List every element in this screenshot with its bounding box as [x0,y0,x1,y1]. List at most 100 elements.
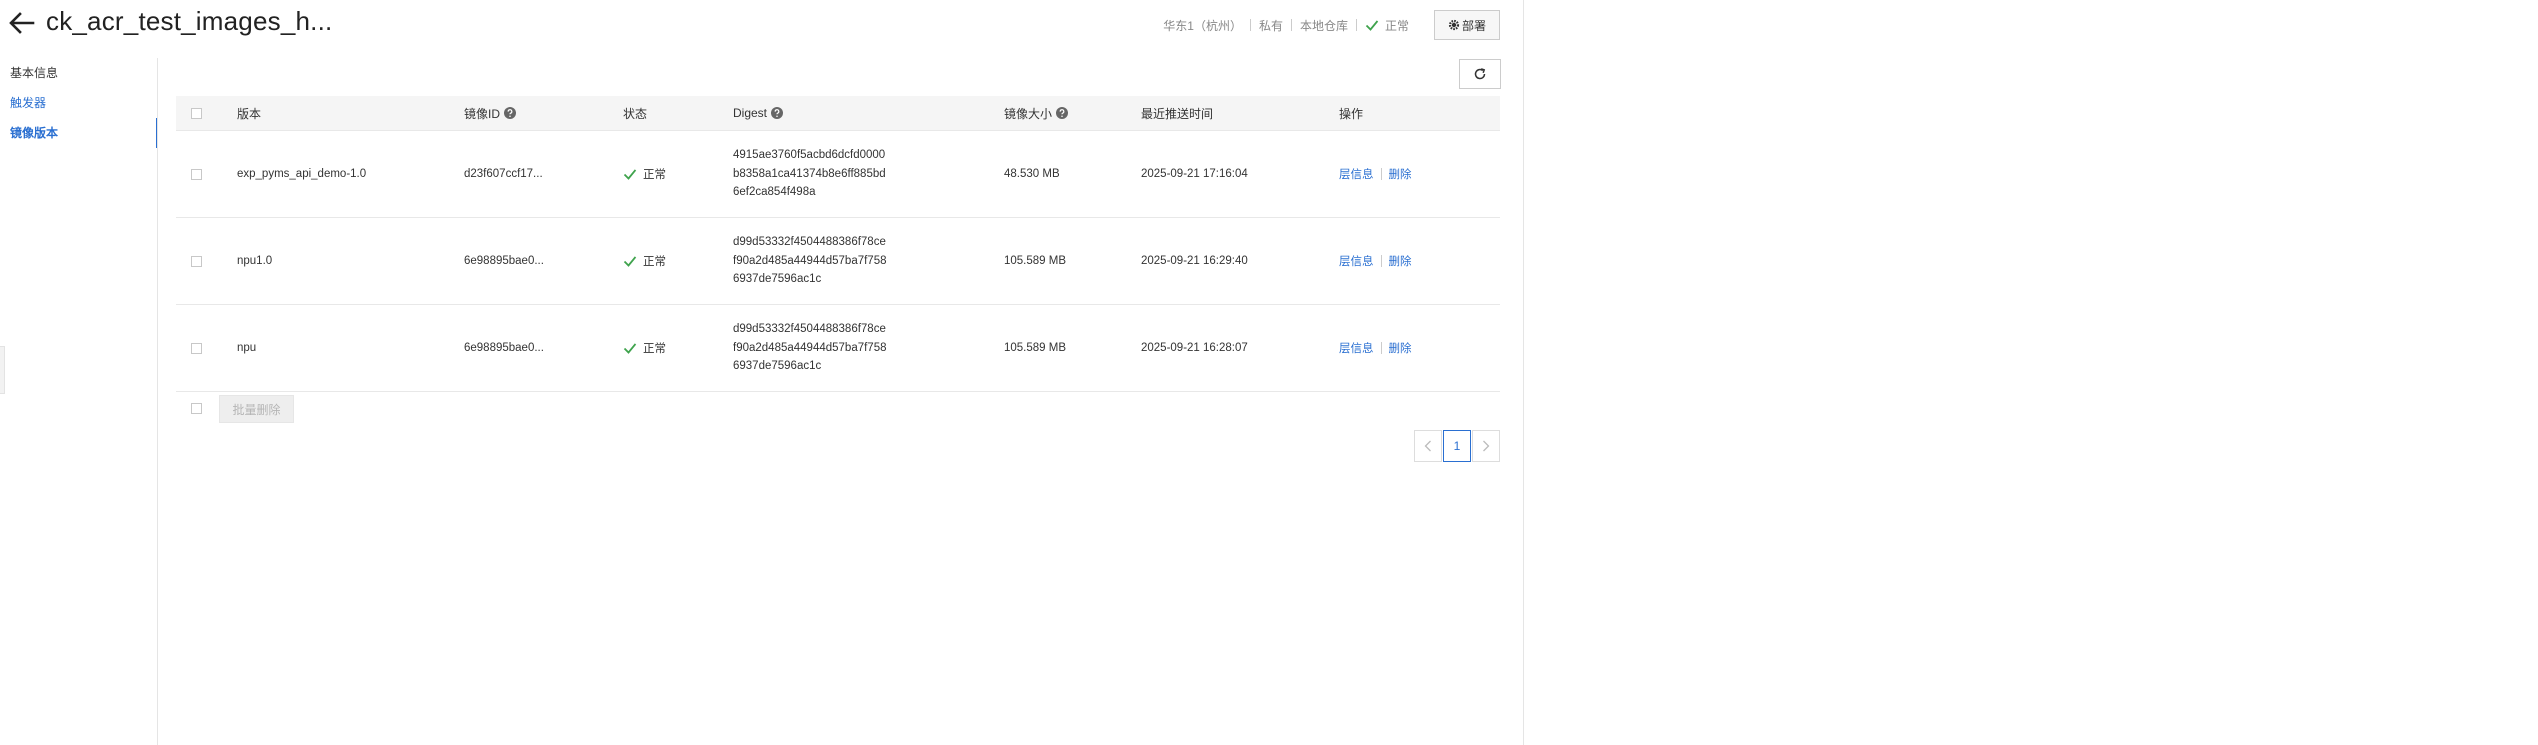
digest-cell: d99d53332f4504488386f78ce f90a2d485a4494… [733,305,887,391]
layer-info-link[interactable]: 层信息 [1339,253,1374,269]
actions-cell: 层信息 删除 [1339,131,1412,217]
status-cell: 正常 [623,305,666,391]
page-title: ck_acr_test_images_h... [46,6,333,36]
column-header-size-label: 镜像大小 [1004,106,1053,121]
sidebar-divider [157,58,158,745]
pushed-time-cell: 2025-09-21 17:16:04 [1141,168,1248,180]
digest-line: f90a2d485a44944d57ba7f758 [733,341,887,354]
column-header-digest-label: Digest [733,106,768,120]
region-label: 华东1（杭州） [1163,18,1242,33]
status-label: 正常 [643,256,666,268]
table-row: npu1.0 6e98895bae0... 正常 d99d53332f45044… [176,218,1500,305]
help-icon[interactable] [504,107,517,119]
page-number-current[interactable]: 1 [1443,430,1471,462]
column-header-digest: Digest [733,96,784,130]
repo-meta: 华东1（杭州） 私有 本地仓库 正常 [1163,16,1409,34]
delete-link[interactable]: 删除 [1389,166,1412,182]
next-page-button[interactable] [1472,430,1500,462]
digest-line: 6937de7596ac1c [733,273,822,286]
status-cell: 正常 [623,218,666,304]
version-cell: npu [237,342,257,354]
sidebar-item-basic-info[interactable]: 基本信息 [0,58,158,88]
digest-line: f90a2d485a44944d57ba7f758 [733,254,887,267]
actions-cell: 层信息 删除 [1339,218,1412,304]
row-checkbox[interactable] [191,255,202,267]
pushed-time-cell: 2025-09-21 16:29:40 [1141,255,1248,267]
sidebar-collapse-handle[interactable] [0,346,5,394]
image-id-cell: 6e98895bae0... [464,342,544,354]
column-header-last-pushed: 最近推送时间 [1141,106,1214,121]
digest-line: d99d53332f4504488386f78ce [733,236,886,249]
image-id-cell: d23f607ccf17... [464,168,543,180]
digest-line: 4915ae3760f5acbd6dcfd0000 [733,149,886,162]
digest-line: 6ef2ca854f498a [733,186,816,199]
help-icon[interactable] [1056,107,1069,119]
layer-info-link[interactable]: 层信息 [1339,166,1374,182]
version-cell: exp_pyms_api_demo-1.0 [237,168,367,180]
repo-type-label: 本地仓库 [1299,18,1348,33]
column-header-size: 镜像大小 [1004,96,1069,130]
check-icon [623,256,637,267]
panel-edge [1523,0,1524,745]
prev-page-button[interactable] [1414,430,1442,462]
pushed-time-cell: 2025-09-21 16:28:07 [1141,342,1248,354]
table-header: 版本 镜像ID 状态 Digest 镜像大小 最近推送时间 操作 [176,96,1500,131]
digest-line: b8358a1ca41374b8e6ff885bd [733,167,886,180]
size-cell: 48.530 MB [1004,168,1060,180]
delete-link[interactable]: 删除 [1389,253,1412,269]
footer-select-all-checkbox[interactable] [191,403,202,414]
image-version-table: 版本 镜像ID 状态 Digest 镜像大小 最近推送时间 操作 exp_pym… [176,96,1500,392]
size-cell: 105.589 MB [1004,255,1067,267]
check-icon [623,343,637,354]
sidebar: 基本信息 触发器 镜像版本 [0,58,158,148]
status-cell: 正常 [623,131,666,217]
column-header-actions: 操作 [1339,106,1364,121]
size-cell: 105.589 MB [1004,342,1067,354]
chevron-right-icon [1483,440,1490,452]
divider [1380,168,1382,180]
visibility-label: 私有 [1258,18,1283,33]
check-icon [623,169,637,180]
gear-icon [1448,19,1460,31]
digest-cell: d99d53332f4504488386f78ce f90a2d485a4494… [733,218,887,304]
divider [1290,19,1292,31]
digest-line: d99d53332f4504488386f78ce [733,323,886,336]
batch-delete-button[interactable]: 批量删除 [219,395,294,423]
column-header-image-id-label: 镜像ID [464,106,501,121]
column-header-status: 状态 [623,106,648,121]
deploy-button-label: 部署 [1461,18,1486,33]
image-id-cell: 6e98895bae0... [464,255,544,267]
deploy-button[interactable]: 部署 [1434,10,1500,40]
chevron-left-icon [1424,440,1431,452]
main-content: ck_acr_test_images_h... 华东1（杭州） 私有 本地仓库 … [0,0,1523,745]
divider [1380,342,1382,354]
sidebar-item-triggers[interactable]: 触发器 [0,88,158,118]
refresh-icon [1474,68,1486,80]
table-row: npu 6e98895bae0... 正常 d99d53332f45044883… [176,305,1500,392]
pagination: 1 [1414,430,1500,462]
refresh-button[interactable] [1459,59,1501,89]
select-all-checkbox[interactable] [191,107,202,119]
status-label: 正常 [643,169,666,181]
version-cell: npu1.0 [237,255,273,267]
column-header-version: 版本 [237,106,262,121]
row-checkbox[interactable] [191,168,202,180]
table-footer: 批量删除 [176,393,1500,425]
delete-link[interactable]: 删除 [1389,340,1412,356]
column-header-image-id: 镜像ID [464,96,517,130]
repo-status-label: 正常 [1384,18,1409,33]
sidebar-item-image-versions[interactable]: 镜像版本 [0,118,158,148]
table-row: exp_pyms_api_demo-1.0 d23f607ccf17... 正常… [176,131,1500,218]
check-icon [1365,20,1379,31]
digest-cell: 4915ae3760f5acbd6dcfd0000 b8358a1ca41374… [733,131,886,217]
back-arrow-icon[interactable] [8,9,36,37]
digest-line: 6937de7596ac1c [733,360,822,373]
status-label: 正常 [643,343,666,355]
layer-info-link[interactable]: 层信息 [1339,340,1374,356]
row-checkbox[interactable] [191,342,202,354]
actions-cell: 层信息 删除 [1339,305,1412,391]
divider [1355,19,1357,31]
help-icon[interactable] [771,107,784,119]
divider [1249,19,1251,31]
divider [1380,255,1382,267]
